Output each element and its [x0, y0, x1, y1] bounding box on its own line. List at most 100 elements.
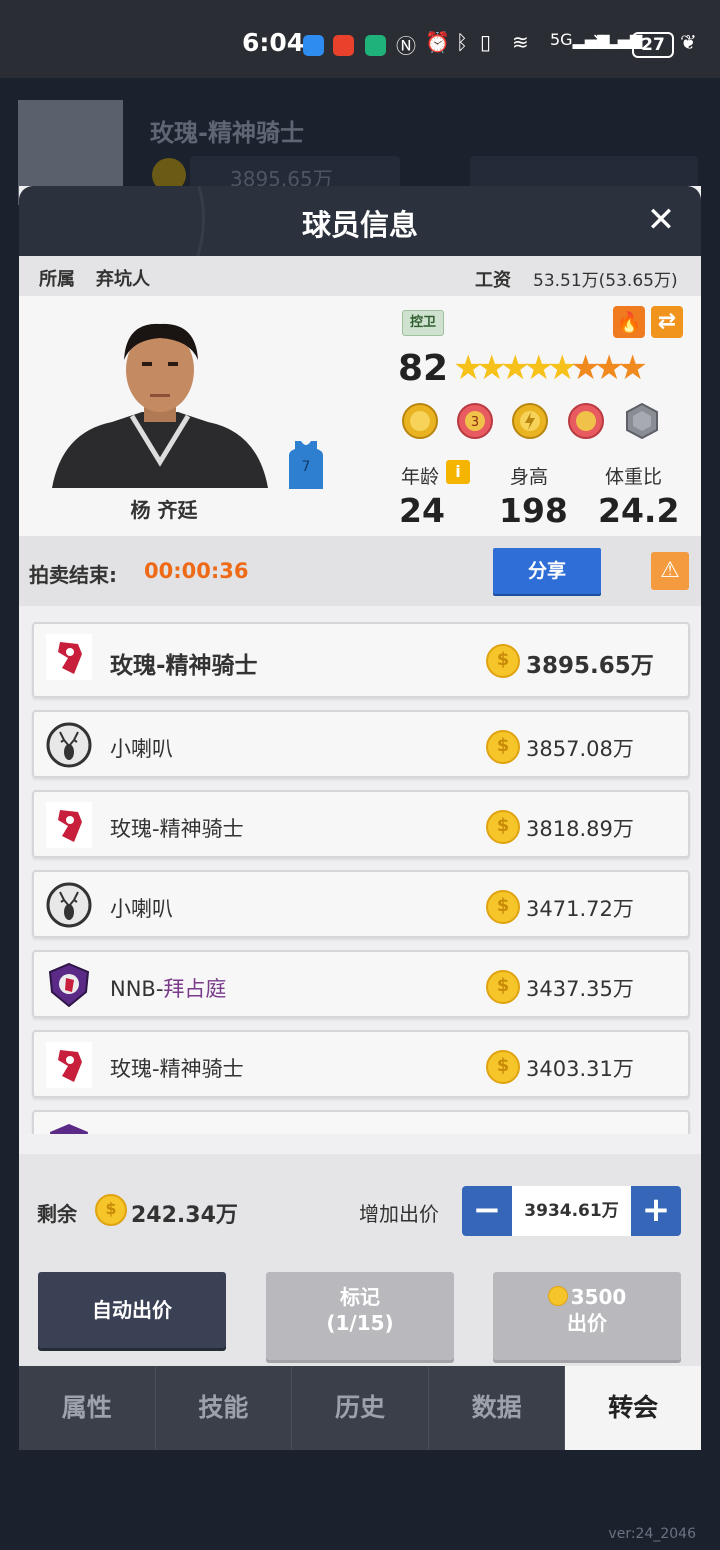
remaining-label: 剩余: [37, 1202, 77, 1226]
coin-icon: $: [486, 1050, 520, 1084]
bid-row[interactable]: 小喇叭 $ 3857.08万: [32, 710, 690, 778]
byzantine-logo: [48, 962, 90, 1008]
warning-icon[interactable]: ⚠: [651, 552, 689, 590]
battery-indicator: 27: [632, 32, 674, 58]
close-icon[interactable]: ✕: [641, 200, 681, 240]
bid-list[interactable]: 玫瑰-精神骑士 $ 3895.65万 小喇叭 $ 3857.08万 玫瑰-精神骑…: [19, 606, 701, 1134]
message-app-icon: [303, 35, 324, 56]
locked-badge-icon[interactable]: [623, 402, 661, 440]
weight-ratio-label: 体重比: [605, 466, 663, 488]
star-icon: ★: [499, 348, 531, 388]
bid-team-accent: 拜占庭: [163, 977, 227, 1001]
salary-value: 53.51万(53.65万): [533, 271, 678, 291]
gold-badge-icon[interactable]: [401, 402, 439, 440]
share-button[interactable]: 分享: [493, 548, 601, 594]
info-icon[interactable]: i: [446, 460, 470, 484]
bid-row[interactable]: 玫瑰-精神骑士 $ 3818.89万: [32, 790, 690, 858]
raise-bid-label: 增加出价: [359, 1202, 439, 1226]
bluetooth-icon: ᛒ: [456, 30, 468, 54]
modal-header: 球员信息 ✕: [19, 186, 701, 256]
bid-amount: 3895.65万: [526, 653, 654, 679]
wing-badge-icon[interactable]: [567, 402, 605, 440]
modal-tabs: 属性 技能 历史 数据 转会: [19, 1366, 701, 1450]
increase-bid-button[interactable]: +: [631, 1186, 681, 1236]
fire-icon[interactable]: 🔥: [613, 306, 645, 338]
bid-amount: 3471.72万: [526, 897, 634, 921]
coin-icon: $: [486, 970, 520, 1004]
mark-count: (1/15): [326, 1311, 394, 1335]
decrease-bid-button[interactable]: −: [462, 1186, 512, 1236]
player-info-modal: 球员信息 ✕ 所属 弃坑人 工资 53.51万(53.65万) 杨 齐廷 7 控…: [19, 186, 701, 1450]
height-value: 198: [499, 491, 568, 530]
bid-team-name: 玫瑰-精神骑士: [110, 1057, 244, 1081]
bid-row[interactable]: 玫瑰-精神骑士 $ 3403.31万: [32, 1030, 690, 1098]
bid-team-name: 玫瑰-精神骑士: [110, 817, 244, 841]
age-value: 24: [399, 491, 445, 530]
bid-team-name: 小喇叭: [110, 897, 173, 921]
mark-label: 标记: [340, 1285, 380, 1309]
rose-knight-logo: [46, 634, 92, 680]
bid-team-name: 小喇叭: [110, 737, 173, 761]
bid-amount: 3437.35万: [526, 977, 634, 1001]
tab-transfer[interactable]: 转会: [565, 1366, 701, 1450]
auction-end-label: 拍卖结束:: [29, 563, 117, 587]
byzantine-logo: [50, 1124, 88, 1134]
star-icon: ★: [476, 348, 507, 388]
three-point-badge-icon[interactable]: 3: [456, 402, 494, 440]
weight-ratio-value: 24.2: [598, 491, 680, 530]
bid-team-name: 玫瑰-精神骑士: [110, 653, 258, 679]
bid-amount: 3403.31万: [526, 1057, 634, 1081]
jersey-number: 7: [302, 459, 311, 475]
auto-bid-button[interactable]: 自动出价: [38, 1272, 226, 1348]
status-bar: 6:04 Ⓝ ⏰ ᛒ ▯ ≋ 5G▂▄▆ ✕▂▄▆ 27 ❦: [0, 0, 720, 78]
bid-controls: 剩余 $ 242.34万 增加出价 − 3934.61万 + 自动出价 标记 (…: [19, 1154, 701, 1366]
star-icon: ★: [523, 348, 554, 388]
player-portrait: [52, 323, 268, 488]
auction-bar: 拍卖结束: 00:00:36 分享 ⚠: [19, 536, 701, 606]
star-icon: ★: [453, 348, 484, 388]
bid-row[interactable]: 小喇叭 $ 3471.72万: [32, 870, 690, 938]
shopping-app-icon: [333, 35, 354, 56]
ownership-row: 所属 弃坑人 工资 53.51万(53.65万): [19, 256, 701, 296]
place-bid-button[interactable]: 3500 出价: [493, 1272, 681, 1360]
rose-knight-logo: [46, 802, 92, 848]
remaining-value: 242.34万: [131, 1203, 238, 1228]
belong-label: 所属: [39, 269, 75, 290]
tab-data[interactable]: 数据: [429, 1366, 566, 1450]
bid-row-partial[interactable]: [32, 1110, 690, 1134]
bid-amount: 3857.08万: [526, 737, 634, 761]
player-card: 杨 齐廷 7 控卫 🔥 ⇄ 82 ★★★★★★★★ 3 年龄 i 24 身高 1…: [19, 296, 701, 536]
player-name: 杨 齐廷: [130, 498, 198, 522]
background-team-name: 玫瑰-精神骑士: [150, 119, 304, 147]
tab-attributes[interactable]: 属性: [19, 1366, 156, 1450]
vibrate-icon: ▯: [480, 30, 492, 54]
deer-logo: [46, 882, 92, 928]
nfc-icon: Ⓝ: [396, 34, 416, 58]
player-rating: 82: [398, 348, 449, 389]
bid-amount: 3818.89万: [526, 817, 634, 841]
bid-amount-input[interactable]: 3934.61万: [512, 1186, 631, 1236]
deer-logo: [46, 722, 92, 768]
swap-icon[interactable]: ⇄: [651, 306, 683, 338]
bid-team-prefix: NNB-: [110, 977, 164, 1001]
coin-icon: $: [95, 1194, 127, 1226]
position-badge: 控卫: [402, 310, 444, 336]
star-icon: ★: [570, 348, 601, 388]
coin-icon: $: [486, 890, 520, 924]
tab-skills[interactable]: 技能: [156, 1366, 293, 1450]
security-app-icon: [365, 35, 386, 56]
coin-icon: [547, 1286, 568, 1306]
lightning-badge-icon[interactable]: [511, 402, 549, 440]
status-time: 6:04: [242, 28, 305, 57]
age-label: 年龄: [401, 466, 440, 488]
jersey-icon: 7: [289, 441, 323, 489]
alarm-icon: ⏰: [425, 30, 450, 54]
tab-history[interactable]: 历史: [292, 1366, 429, 1450]
bid-team-name: NNB-拜占庭: [110, 973, 226, 1003]
bid-row[interactable]: NNB-拜占庭 $ 3437.35万: [32, 950, 690, 1018]
bid-row[interactable]: 玫瑰-精神骑士 $ 3895.65万: [32, 622, 690, 698]
coin-icon: $: [486, 730, 520, 764]
leaf-icon: ❦: [680, 30, 697, 54]
mark-button[interactable]: 标记 (1/15): [266, 1272, 454, 1360]
svg-text:3: 3: [471, 415, 479, 430]
